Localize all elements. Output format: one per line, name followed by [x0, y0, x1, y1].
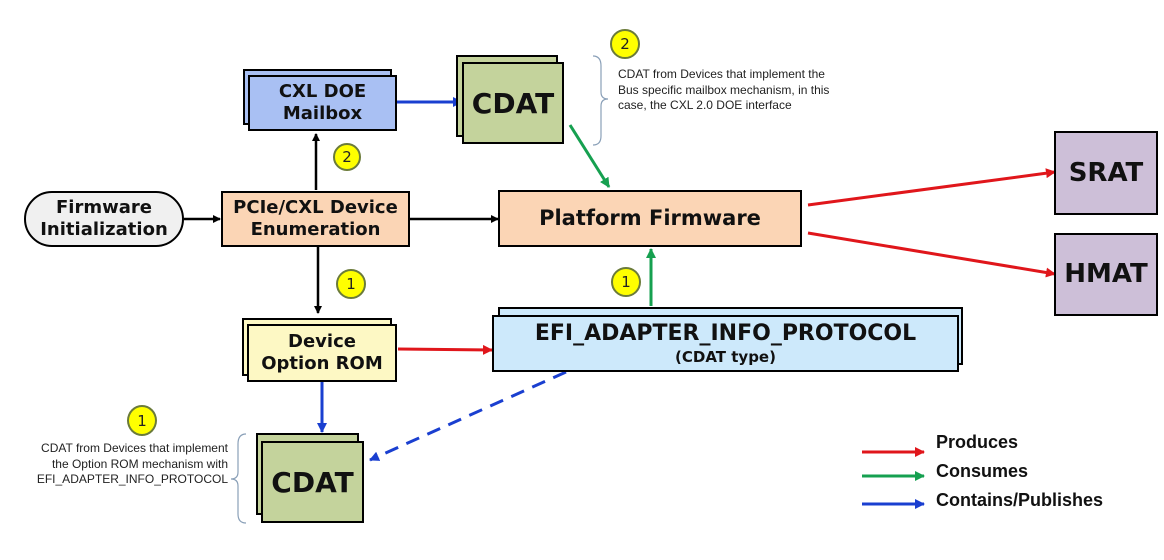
- arrow-platform-to-hmat: [807, 231, 1056, 278]
- efi-protocol-line1: EFI_ADAPTER_INFO_PROTOCOL: [534, 321, 917, 347]
- note-bottom-line1: CDAT from Devices that implement: [41, 441, 228, 455]
- enum-line1: PCIe/CXL Device: [233, 196, 398, 218]
- note-top: CDAT from Devices that implement the Bus…: [618, 67, 829, 114]
- firmware-init-line1: Firmware: [56, 196, 152, 218]
- diagram-canvas: Firmware Initialization PCIe/CXL Device …: [0, 0, 1164, 560]
- cdat-bottom-label: CDAT: [271, 465, 354, 499]
- option-rom-line2: Option ROM: [261, 353, 383, 374]
- arrow-efi-to-cdat-dashed: [369, 370, 567, 462]
- legend-produces: Produces: [936, 432, 1019, 452]
- step-badge-doe: 2: [333, 143, 361, 171]
- hmat-label: HMAT: [1064, 259, 1148, 290]
- arrow-optionrom-to-efi: [397, 344, 493, 355]
- step-badge-enum-down: 1: [336, 269, 366, 299]
- note-bottom: CDAT from Devices that implement the Opt…: [0, 441, 228, 488]
- legend-contains-publishes: Contains/Publishes: [936, 490, 1104, 510]
- option-rom-line1: Device: [288, 330, 356, 352]
- note-bottom-line3: EFI_ADAPTER_INFO_PROTOCOL: [36, 472, 228, 487]
- hmat-node[interactable]: HMAT: [1054, 233, 1158, 316]
- step-badge-note-top: 2: [610, 29, 640, 59]
- arrow-cdat-to-platform: [568, 124, 611, 188]
- firmware-init-line2: Initialization: [40, 219, 168, 240]
- step-badge-note-bottom: 1: [127, 405, 157, 436]
- arrow-platform-to-srat: [807, 168, 1056, 207]
- platform-firmware-label: Platform Firmware: [539, 206, 761, 231]
- cdat-top-label: CDAT: [471, 86, 555, 120]
- doe-line1: CXL DOE: [278, 80, 367, 102]
- legend-consumes: Consumes: [936, 461, 1029, 481]
- note-bracket-top: [592, 55, 609, 146]
- srat-label: SRAT: [1068, 157, 1144, 188]
- enum-line2: Enumeration: [250, 219, 381, 240]
- note-top-line3: case, the CXL 2.0 DOE interface: [618, 98, 792, 113]
- device-enumeration-node[interactable]: PCIe/CXL Device Enumeration: [221, 191, 410, 247]
- cxl-doe-mailbox-node[interactable]: CXL DOE Mailbox: [248, 75, 397, 131]
- srat-node[interactable]: SRAT: [1054, 131, 1158, 215]
- note-top-line1: CDAT from Devices that implement the: [618, 67, 825, 81]
- step-badge-efi-up: 1: [611, 267, 641, 297]
- doe-line2: Mailbox: [282, 103, 363, 124]
- note-bracket-bottom: [230, 433, 247, 524]
- efi-protocol-line2: (CDAT type): [675, 347, 776, 366]
- device-option-rom-node[interactable]: Device Option ROM: [247, 324, 397, 382]
- cdat-bottom-node[interactable]: CDAT: [261, 441, 364, 523]
- note-bottom-line2: the Option ROM mechanism with: [51, 456, 228, 471]
- cdat-top-node[interactable]: CDAT: [462, 62, 564, 144]
- firmware-initialization-node[interactable]: Firmware Initialization: [24, 191, 184, 247]
- note-top-line2: Bus specific mailbox mechanism, in this: [618, 82, 830, 97]
- platform-firmware-node[interactable]: Platform Firmware: [498, 190, 802, 247]
- efi-adapter-info-protocol-node[interactable]: EFI_ADAPTER_INFO_PROTOCOL (CDAT type): [492, 315, 959, 372]
